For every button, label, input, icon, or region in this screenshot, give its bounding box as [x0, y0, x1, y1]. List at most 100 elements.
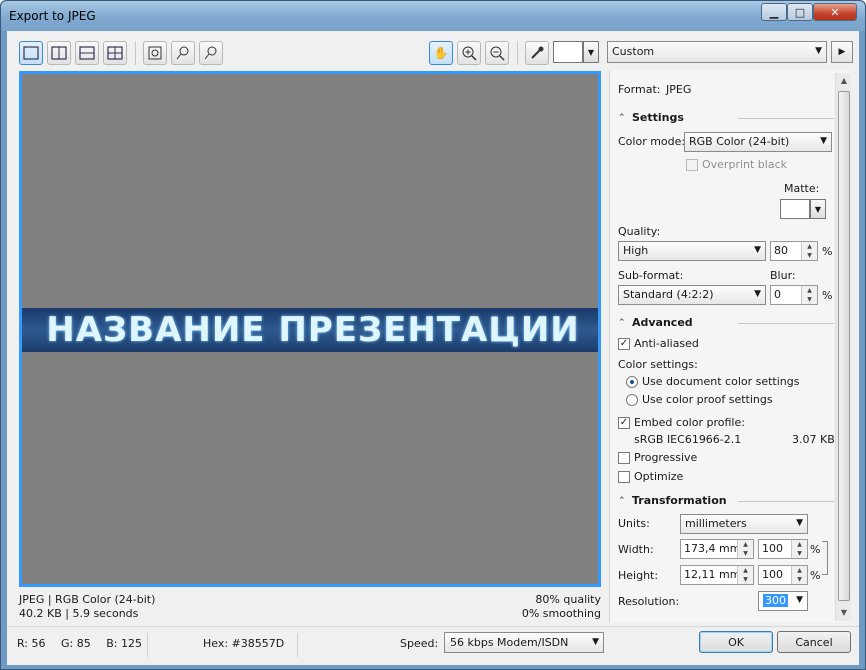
matte-color-swatch[interactable]: [780, 199, 810, 219]
quality-spinner[interactable]: 80 ▲ ▼: [770, 241, 818, 261]
preview-pane[interactable]: НАЗВАНИЕ ПРЕЗЕНТАЦИИ: [19, 71, 601, 587]
background-color-dropdown[interactable]: ▼: [583, 41, 599, 63]
divider: [738, 323, 834, 324]
height-label: Height:: [618, 569, 659, 582]
background-color-swatch[interactable]: [553, 41, 583, 63]
split-vertical-icon[interactable]: [47, 41, 71, 65]
width-input[interactable]: 173,4 mm ▲ ▼: [680, 539, 754, 559]
settings-scrollbar[interactable]: ▲ ▼: [835, 73, 851, 621]
collapse-icon: ⌃: [618, 112, 626, 123]
scroll-down-icon[interactable]: ▼: [836, 605, 852, 621]
spin-arrows-icon[interactable]: ▲ ▼: [737, 540, 753, 558]
blue-value: B: 125: [106, 637, 142, 650]
format-label: Format:: [618, 83, 661, 96]
zoom-100-icon[interactable]: [199, 41, 223, 65]
resolution-select[interactable]: 300 ▼: [758, 591, 808, 611]
spin-arrows-icon[interactable]: ▲ ▼: [801, 286, 817, 304]
scroll-thumb[interactable]: [838, 91, 850, 601]
smoothing-info: 0% smoothing: [521, 607, 601, 620]
preview-status-left: JPEG | RGB Color (24-bit) 40.2 KB | 5.9 …: [19, 593, 155, 621]
maximize-button[interactable]: □: [787, 3, 813, 21]
embed-profile-checkbox[interactable]: ✓: [618, 417, 630, 429]
height-percent-input[interactable]: 100 ▲ ▼: [758, 565, 808, 585]
format-value: JPEG: [666, 83, 692, 96]
use-proof-color-radio[interactable]: [626, 394, 638, 406]
quad-view-icon[interactable]: [103, 41, 127, 65]
zoom-fit-icon[interactable]: [143, 41, 167, 65]
color-mode-value: RGB Color (24-bit): [689, 135, 790, 148]
overprint-black-checkbox[interactable]: [686, 159, 698, 171]
units-select[interactable]: millimeters ▼: [680, 514, 808, 534]
matte-color-dropdown[interactable]: ▼: [810, 199, 826, 219]
progressive-checkbox[interactable]: [618, 452, 630, 464]
title-bar: Export to JPEG ▁ □ ✕: [1, 1, 865, 31]
chevron-down-icon: ▼: [754, 289, 761, 299]
size-info: 40.2 KB | 5.9 seconds: [19, 607, 139, 620]
width-percent-value: 100: [762, 542, 783, 555]
scroll-up-icon[interactable]: ▲: [836, 73, 852, 89]
speed-select[interactable]: 56 kbps Modem/ISDN ▼: [444, 632, 604, 653]
anti-aliased-label: Anti-aliased: [634, 337, 699, 350]
maintain-ratio-lock[interactable]: [822, 541, 828, 575]
footer-bar: R: 56 G: 85 B: 125 Hex: #38557D Speed: 5…: [7, 626, 859, 665]
pan-hand-icon[interactable]: ✋: [429, 41, 453, 65]
speed-label: Speed:: [400, 637, 439, 650]
spin-arrows-icon[interactable]: ▲ ▼: [791, 566, 807, 584]
collapse-icon: ⌃: [618, 317, 626, 328]
use-document-color-radio[interactable]: [626, 376, 638, 388]
ok-button[interactable]: OK: [699, 631, 773, 653]
zoom-out-icon[interactable]: [485, 41, 509, 65]
chevron-down-icon: ▼: [796, 595, 803, 605]
collapse-icon: ⌃: [618, 495, 626, 506]
use-proof-color-label: Use color proof settings: [642, 393, 773, 406]
progressive-label: Progressive: [634, 451, 698, 464]
sub-format-select[interactable]: Standard (4:2:2) ▼: [618, 285, 766, 305]
optimize-checkbox[interactable]: [618, 471, 630, 483]
preset-value: Custom: [612, 45, 655, 58]
width-percent-input[interactable]: 100 ▲ ▼: [758, 539, 808, 559]
transformation-section-header[interactable]: ⌃ Transformation: [618, 494, 834, 507]
zoom-1to1-icon[interactable]: [171, 41, 195, 65]
settings-heading: Settings: [632, 111, 684, 124]
resolution-label: Resolution:: [618, 595, 680, 608]
settings-section-header[interactable]: ⌃ Settings: [618, 111, 834, 124]
quality-select[interactable]: High ▼: [618, 241, 766, 261]
blur-value: 0: [774, 288, 781, 301]
height-input[interactable]: 12,11 mm ▲ ▼: [680, 565, 754, 585]
green-value: G: 85: [61, 637, 91, 650]
width-label: Width:: [618, 543, 654, 556]
minimize-button[interactable]: ▁: [761, 3, 787, 21]
matte-label: Matte:: [784, 182, 820, 195]
spin-arrows-icon[interactable]: ▲ ▼: [801, 242, 817, 260]
quality-number: 80: [774, 244, 788, 257]
profile-name: sRGB IEC61966-2.1: [634, 433, 742, 446]
color-mode-select[interactable]: RGB Color (24-bit) ▼: [684, 132, 832, 152]
toolbar-separator: [135, 41, 136, 65]
chevron-down-icon: ▼: [754, 245, 761, 255]
toolbar-separator: [517, 41, 518, 65]
blur-spinner[interactable]: 0 ▲ ▼: [770, 285, 818, 305]
spin-arrows-icon[interactable]: ▲ ▼: [737, 566, 753, 584]
color-mode-label: Color mode:: [618, 135, 686, 148]
quality-value: High: [623, 244, 649, 257]
single-view-icon[interactable]: [19, 41, 43, 65]
advanced-section-header[interactable]: ⌃ Advanced: [618, 316, 834, 329]
preset-select[interactable]: Custom ▼: [607, 41, 827, 63]
divider: [738, 501, 834, 502]
overprint-black-label: Overprint black: [702, 158, 787, 171]
quality-percent: %: [822, 245, 833, 258]
zoom-in-icon[interactable]: [457, 41, 481, 65]
export-dialog: Export to JPEG ▁ □ ✕ ✋ ▼ Custom ▼ ▶ НАЗВ…: [0, 0, 866, 670]
banner-text: НАЗВАНИЕ ПРЕЗЕНТАЦИИ: [46, 310, 580, 350]
blur-label: Blur:: [770, 269, 796, 282]
split-horizontal-icon[interactable]: [75, 41, 99, 65]
spin-arrows-icon[interactable]: ▲ ▼: [791, 540, 807, 558]
quality-label: Quality:: [618, 225, 661, 238]
anti-aliased-checkbox[interactable]: ✓: [618, 338, 630, 350]
close-button[interactable]: ✕: [813, 3, 857, 21]
sub-format-label: Sub-format:: [618, 269, 684, 282]
eyedropper-icon[interactable]: [525, 41, 549, 65]
preset-menu-button[interactable]: ▶: [831, 41, 853, 63]
cancel-button[interactable]: Cancel: [777, 631, 851, 653]
units-value: millimeters: [685, 517, 747, 530]
